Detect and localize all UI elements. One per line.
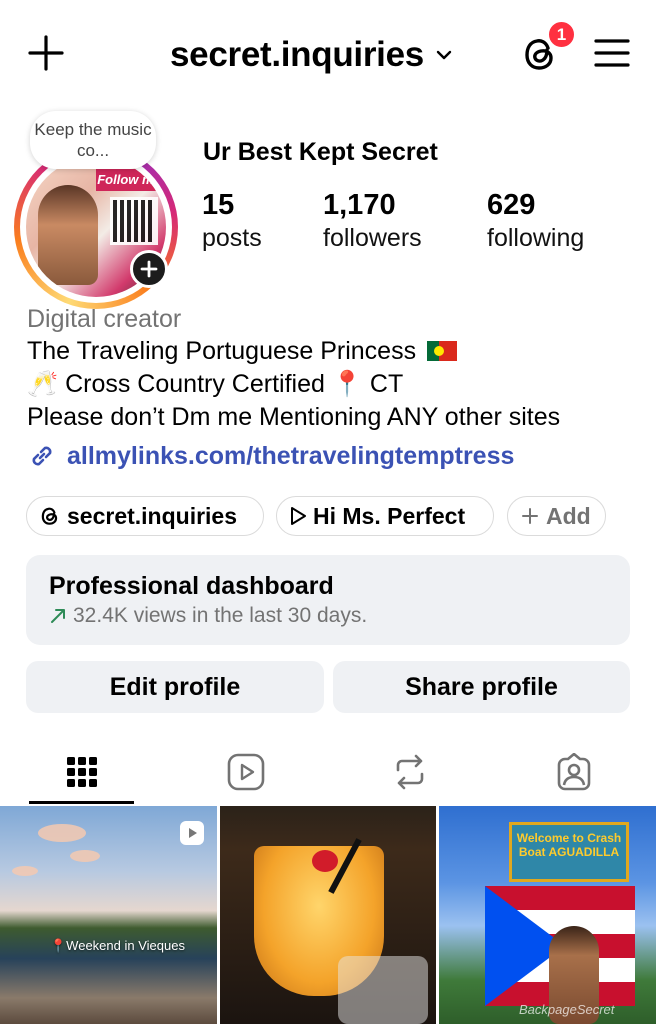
reposts-icon (396, 754, 424, 790)
watermark-text: BackpageSecret (519, 1002, 615, 1017)
username: secret.inquiries (170, 35, 424, 74)
post-location-caption: 📍Weekend in Vieques (50, 938, 185, 953)
plus-icon (522, 508, 538, 524)
add-chip[interactable]: Add (507, 496, 606, 536)
posts-stat[interactable]: 15 posts (202, 188, 262, 254)
tagged-person-icon (557, 753, 591, 791)
account-switcher[interactable]: secret.inquiries (170, 30, 454, 80)
cloud-shape (70, 850, 100, 862)
avatar-person (38, 185, 98, 285)
bio-line-1: The Traveling Portuguese Princess (27, 337, 458, 366)
threads-chip-label: secret.inquiries (67, 502, 238, 529)
bio-text-2b: 📍 CT (331, 370, 404, 398)
tab-reposts[interactable] (328, 742, 492, 802)
tab-reels[interactable] (164, 742, 328, 802)
cloud-shape (38, 824, 86, 842)
following-count: 629 (487, 189, 536, 221)
dashboard-views-text: 32.4K views in the last 30 days. (73, 604, 368, 627)
reels-icon (227, 753, 265, 791)
profile-category: Digital creator (27, 305, 182, 333)
posts-count: 15 (202, 189, 235, 221)
bio-link-text: allmylinks.com/thetravelingtemptress (67, 441, 515, 470)
following-stat[interactable]: 629 following (487, 188, 584, 254)
highlight-chip-label: Hi Ms. Perfect (313, 502, 466, 529)
link-icon (32, 446, 52, 466)
play-icon (291, 507, 306, 525)
threads-icon (41, 507, 58, 525)
grid-post-1[interactable]: 📍Weekend in Vieques (0, 806, 217, 1024)
share-profile-button[interactable]: Share profile (333, 661, 630, 713)
posts-label: posts (202, 224, 262, 252)
add-chip-label: Add (546, 502, 591, 529)
bio-link[interactable]: allmylinks.com/thetravelingtemptress (27, 441, 514, 471)
create-plus-icon[interactable] (28, 35, 64, 71)
top-bar: secret.inquiries 1 (0, 0, 656, 100)
active-tab-indicator (29, 801, 134, 804)
bio-text-1: The Traveling Portuguese Princess (27, 337, 417, 365)
grid-post-3[interactable]: Welcome to Crash Boat AGUADILLA Backpage… (439, 806, 656, 1024)
dashboard-subtitle: 32.4K views in the last 30 days. (49, 604, 367, 628)
professional-dashboard[interactable]: Professional dashboard 32.4K views in th… (26, 555, 630, 645)
reel-indicator-icon (180, 821, 204, 845)
portugal-flag-icon (427, 341, 458, 361)
grid-icon (67, 757, 97, 787)
edit-profile-button[interactable]: Edit profile (26, 661, 324, 713)
grid-post-2[interactable] (220, 806, 436, 1024)
plus-icon (140, 260, 158, 278)
following-label: following (487, 224, 585, 252)
welcome-sign: Welcome to Crash Boat AGUADILLA (509, 822, 629, 882)
note-bubble[interactable]: Keep the music co... (30, 111, 156, 169)
bio-line-2: 🥂 Cross Country Certified 📍 CT (27, 370, 403, 399)
display-name: Ur Best Kept Secret (203, 138, 438, 166)
tab-tagged[interactable] (492, 742, 656, 802)
followers-stat[interactable]: 1,170 followers (323, 188, 422, 254)
threads-chip[interactable]: secret.inquiries (26, 496, 264, 536)
menu-hamburger-icon[interactable] (594, 38, 630, 68)
cloud-shape (12, 866, 38, 876)
dashboard-title: Professional dashboard (49, 572, 334, 600)
cherry (312, 850, 338, 872)
bio-text-2a: 🥂 Cross Country Certified (27, 370, 325, 398)
avatar-banner-text: Follow me (96, 169, 162, 191)
add-story-button[interactable] (130, 250, 168, 288)
notification-badge: 1 (546, 19, 577, 50)
second-glass (338, 956, 428, 1024)
trend-up-arrow-icon (51, 609, 65, 623)
highlight-chip[interactable]: Hi Ms. Perfect (276, 496, 494, 536)
tab-posts-grid[interactable] (0, 742, 164, 802)
chevron-down-icon (436, 50, 452, 60)
bio-line-3: Please don’t Dm me Mentioning ANY other … (27, 403, 561, 431)
followers-count: 1,170 (323, 189, 396, 221)
qr-code-image (110, 197, 158, 245)
followers-label: followers (323, 224, 422, 252)
